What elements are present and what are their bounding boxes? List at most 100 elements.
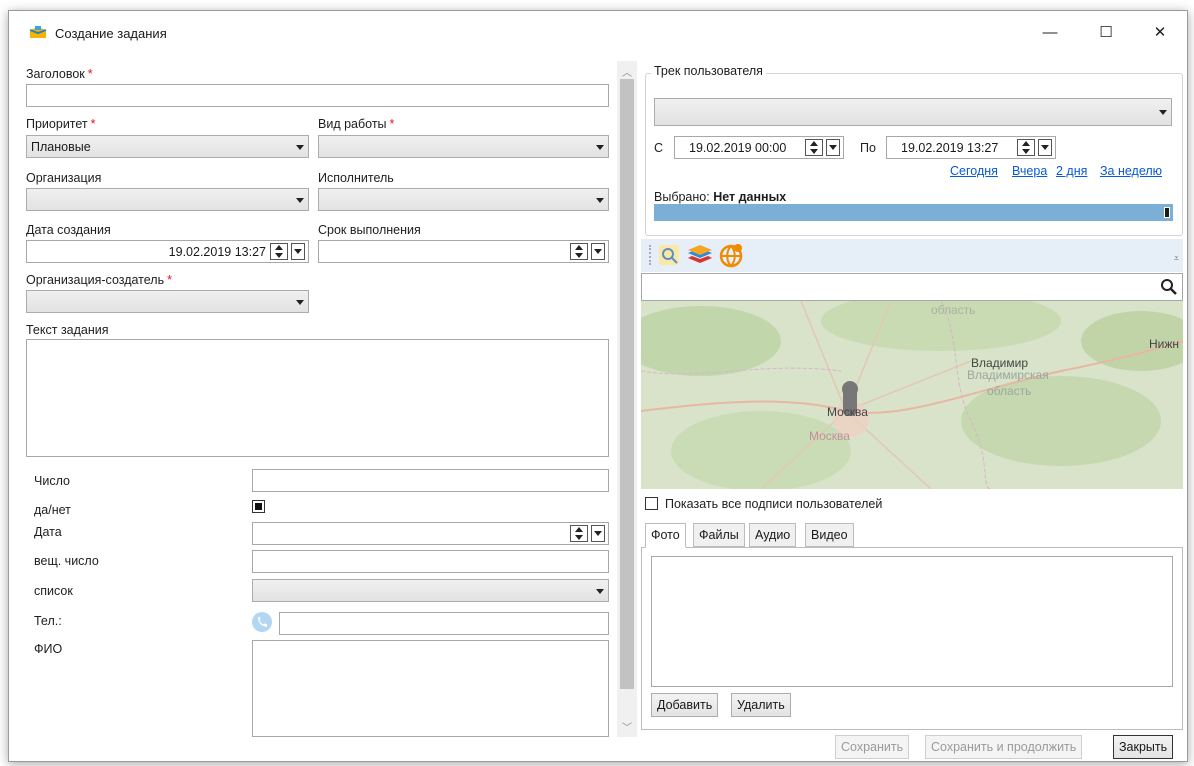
spinner-icon[interactable] (570, 243, 588, 260)
save-continue-button[interactable]: Сохранить и продолжить (925, 735, 1083, 759)
chevron-down-icon (296, 198, 304, 203)
fio-text-area[interactable] (252, 640, 609, 737)
real-number-label: вещ. число (34, 554, 99, 568)
title-input[interactable] (26, 84, 609, 107)
layers-icon[interactable] (687, 244, 713, 266)
number-label: Число (34, 474, 70, 488)
map-label-nizhny: Нижн (1149, 337, 1180, 351)
map-label-region-top: область (931, 303, 976, 317)
form-scrollbar[interactable]: ︿ ﹀ (617, 61, 637, 737)
map-label-vladimir-region: Владимирская (967, 368, 1049, 382)
work-type-select[interactable] (318, 135, 609, 158)
phone-icon[interactable] (252, 612, 272, 632)
map-label-moscow-city: Москва (827, 405, 868, 419)
map-view[interactable]: область Нижн Владимир Владимирская облас… (641, 301, 1183, 489)
chevron-down-icon (296, 145, 304, 150)
toolbar-overflow-icon[interactable]: ⩡ (1174, 253, 1179, 264)
calendar-dropdown-icon[interactable] (591, 525, 605, 542)
globe-location-icon[interactable] (719, 242, 745, 268)
track-range-bar[interactable] (654, 204, 1173, 221)
minimize-button[interactable]: — (1035, 23, 1065, 43)
created-date-label: Дата создания (26, 223, 111, 237)
calendar-dropdown-icon[interactable] (291, 243, 305, 260)
from-date-picker[interactable]: 19.02.2019 00:00 (674, 136, 844, 159)
attachment-list[interactable] (651, 556, 1173, 687)
creator-org-select[interactable] (26, 290, 309, 313)
user-track-select[interactable] (654, 98, 1172, 126)
list-label: список (34, 584, 73, 598)
to-date-value: 19.02.2019 13:27 (901, 141, 999, 155)
window-title: Создание задания (55, 26, 167, 41)
to-date-picker[interactable]: 19.02.2019 13:27 (886, 136, 1056, 159)
created-date-picker[interactable]: 19.02.2019 13:27 (26, 240, 309, 263)
organization-select[interactable] (26, 188, 309, 211)
map-label-moscow-region: Москва (809, 429, 850, 443)
save-button[interactable]: Сохранить (835, 735, 910, 759)
task-app-icon (29, 26, 47, 38)
show-all-labels-checkbox[interactable] (645, 497, 658, 510)
add-attachment-button[interactable]: Добавить (651, 693, 719, 717)
checkbox-fill (255, 503, 262, 510)
creator-org-label: Организация-создатель * (26, 273, 172, 287)
calendar-dropdown-icon[interactable] (826, 139, 840, 156)
toolbar-grip (649, 245, 651, 265)
created-date-value: 19.02.2019 13:27 (168, 245, 266, 259)
chevron-down-icon (296, 300, 304, 305)
fio-label: ФИО (34, 642, 63, 656)
close-button[interactable]: Закрыть (1113, 735, 1174, 759)
yesno-label: да/нет (34, 503, 71, 517)
map-toolbar: ⩡ (641, 239, 1183, 272)
map-label-region: область (987, 384, 1032, 398)
date-picker[interactable] (252, 522, 609, 545)
list-select[interactable] (252, 579, 609, 602)
real-number-input[interactable] (252, 550, 609, 573)
chevron-down-icon (596, 145, 604, 150)
calendar-dropdown-icon[interactable] (1038, 139, 1052, 156)
scrollbar-thumb[interactable] (620, 79, 634, 689)
tab-video[interactable]: Видео (805, 523, 854, 547)
priority-select[interactable]: Плановые (26, 135, 309, 158)
tab-audio[interactable]: Аудио (749, 523, 797, 547)
link-yesterday[interactable]: Вчера (1012, 164, 1047, 178)
link-today[interactable]: Сегодня (950, 164, 998, 178)
chevron-down-icon (596, 589, 604, 594)
selected-status: Выбрано: Нет данных (654, 190, 787, 204)
yesno-checkbox[interactable] (252, 500, 265, 513)
from-label: С (654, 141, 664, 155)
chevron-down-icon (596, 198, 604, 203)
map-search-icon[interactable] (657, 243, 681, 267)
link-2-days[interactable]: 2 дня (1056, 164, 1087, 178)
organization-label: Организация (26, 171, 102, 185)
deadline-label: Срок выполнения (318, 223, 421, 237)
tab-photo[interactable]: Фото (645, 523, 686, 548)
spinner-icon[interactable] (570, 525, 588, 542)
chevron-down-icon (1159, 110, 1167, 115)
spinner-icon[interactable] (270, 243, 288, 260)
spinner-icon[interactable] (805, 139, 823, 156)
title-bar: Создание задания — ☐ ✕ (9, 11, 1187, 53)
calendar-dropdown-icon[interactable] (591, 243, 605, 260)
search-icon[interactable] (1160, 278, 1178, 296)
scroll-down-icon[interactable]: ﹀ (622, 719, 632, 734)
link-week[interactable]: За неделю (1100, 164, 1162, 178)
close-window-button[interactable]: ✕ (1145, 23, 1175, 43)
map-search-input[interactable] (641, 273, 1183, 301)
scroll-up-icon[interactable]: ︿ (622, 64, 632, 79)
number-input[interactable] (252, 469, 609, 492)
from-date-value: 19.02.2019 00:00 (689, 141, 787, 155)
to-label: По (860, 141, 876, 155)
range-handle[interactable] (1164, 207, 1170, 218)
show-all-labels-text: Показать все подписи пользователей (665, 497, 883, 511)
map-tiles (641, 301, 1183, 489)
maximize-button[interactable]: ☐ (1091, 23, 1121, 43)
deadline-date-picker[interactable] (318, 240, 609, 263)
spinner-icon[interactable] (1017, 139, 1035, 156)
title-field-label: Заголовок * (26, 67, 93, 81)
phone-input[interactable] (279, 612, 609, 635)
executor-select[interactable] (318, 188, 609, 211)
executor-label: Исполнитель (318, 171, 394, 185)
delete-attachment-button[interactable]: Удалить (731, 693, 791, 717)
tab-files[interactable]: Файлы (693, 523, 745, 547)
task-text-area[interactable] (26, 339, 609, 457)
priority-label: Приоритет * (26, 117, 96, 131)
